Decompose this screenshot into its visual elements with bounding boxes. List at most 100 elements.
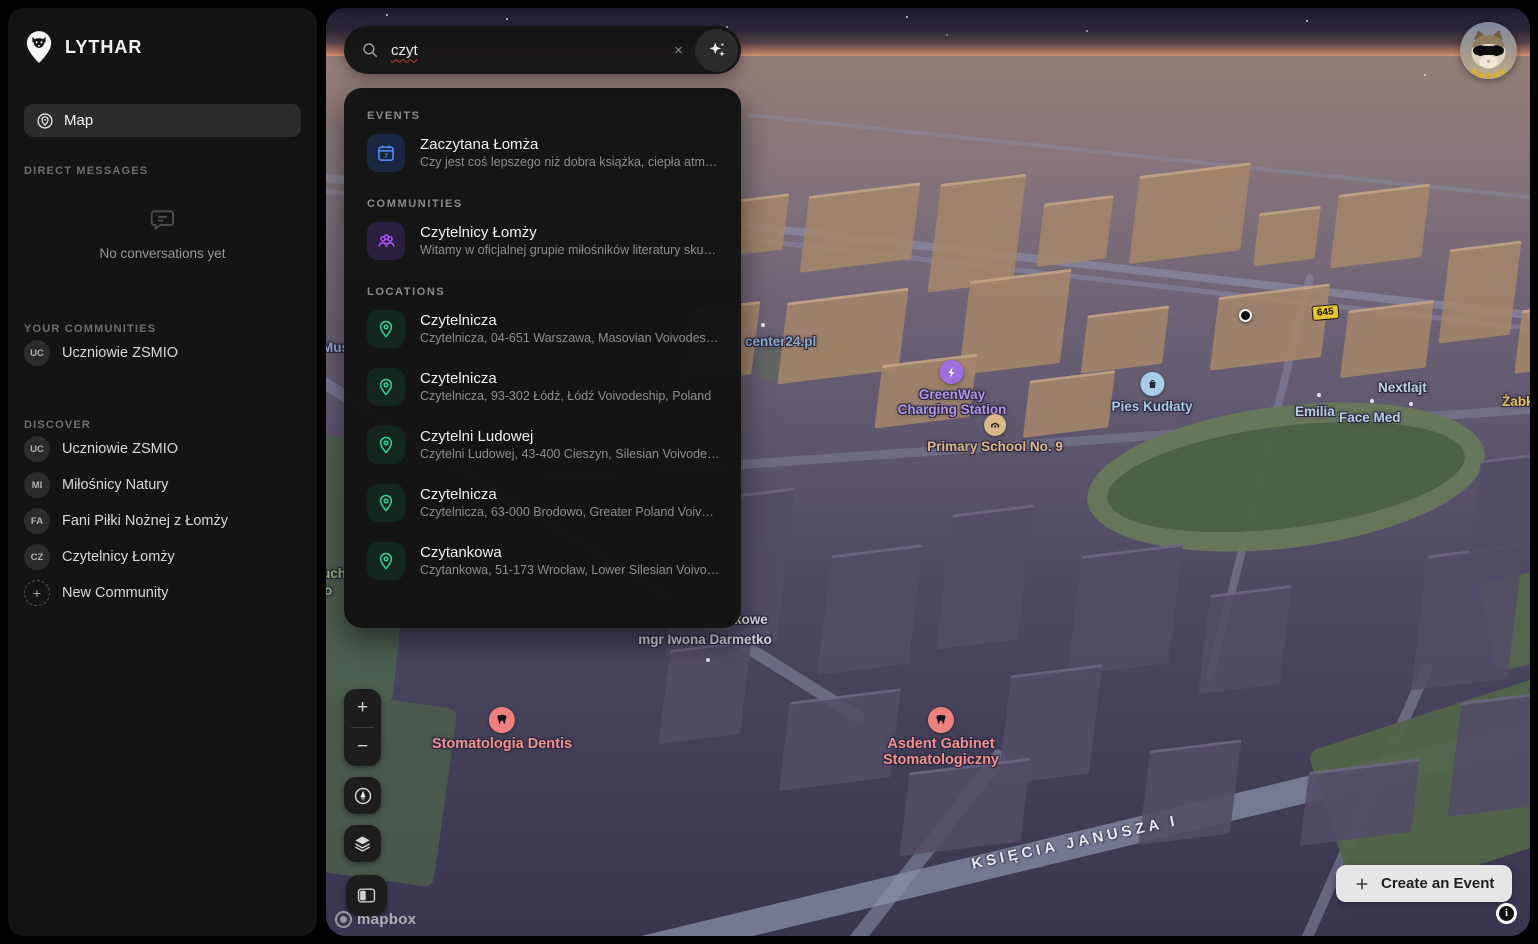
- search-input[interactable]: czyt: [391, 42, 662, 59]
- result-location-2[interactable]: Czytelni Ludowej Czytelni Ludowej, 43-40…: [344, 416, 741, 474]
- result-description: Czytelnicza, 63-000 Brodowo, Greater Pol…: [420, 504, 720, 521]
- panel-left-icon: [357, 887, 376, 904]
- map-building: [1129, 162, 1251, 264]
- map-building: [928, 174, 1027, 293]
- tooth-icon: [489, 707, 515, 733]
- compass-icon: [353, 786, 373, 806]
- discover-item-milosnicy-natury[interactable]: MI Miłośnicy Natury: [8, 467, 317, 503]
- discover-item-uczniowie-zsmio[interactable]: UC Uczniowie ZSMIO: [8, 431, 317, 467]
- search-bar: czyt ×: [344, 26, 741, 74]
- map-building: [1340, 300, 1434, 378]
- sidebar-toggle-button[interactable]: [346, 875, 387, 916]
- map-building: [659, 640, 752, 744]
- result-event-zaczytana-lomza[interactable]: Zaczytana Łomża Czy jest coś lepszego ni…: [344, 124, 741, 182]
- community-name: Uczniowie ZSMIO: [62, 441, 178, 457]
- info-icon: i: [1499, 906, 1514, 921]
- result-title: Czytelnicza: [420, 369, 720, 388]
- sparkles-icon: [707, 40, 727, 60]
- result-title: Czytankowa: [420, 543, 720, 562]
- discover-header: DISCOVER: [24, 419, 317, 431]
- community-avatar: CZ: [24, 544, 50, 570]
- zoom-control: + −: [344, 689, 381, 766]
- poi-greenway-charging-station[interactable]: GreenWay Charging Station: [898, 360, 1007, 417]
- search-clear-button[interactable]: ×: [662, 42, 695, 59]
- map-location-ring-marker[interactable]: [1239, 309, 1252, 322]
- compass-button[interactable]: [344, 777, 381, 814]
- dm-empty-state: No conversations yet: [8, 205, 317, 261]
- result-description: Czytelnicza, 93-302 Łódź, Łódź Voivodesh…: [420, 388, 720, 405]
- map-label-emilia: Emilia: [1295, 404, 1335, 419]
- map-building: [817, 544, 923, 675]
- result-description: Czytelni Ludowej, 43-400 Cieszyn, Silesi…: [420, 446, 720, 463]
- dm-empty-text: No conversations yet: [8, 246, 317, 261]
- layers-button[interactable]: [344, 825, 381, 862]
- community-avatar: FA: [24, 508, 50, 534]
- school-icon: [984, 414, 1006, 436]
- create-event-button[interactable]: Create an Event: [1336, 865, 1512, 902]
- plus-icon: [1354, 876, 1370, 892]
- discover-item-czytelnicy-lomzy[interactable]: CZ Czytelnicy Łomży: [8, 539, 317, 575]
- plus-icon: +: [24, 580, 50, 606]
- ai-sparkles-button[interactable]: [695, 29, 738, 72]
- map-building: [1411, 544, 1524, 691]
- map-building: [800, 182, 921, 272]
- result-description: Czy jest coś lepszego niż dobra książka,…: [420, 154, 720, 171]
- map-building: [1300, 758, 1420, 845]
- map-label-zabka: Żabk: [1502, 394, 1530, 409]
- map-label-o: o: [326, 583, 332, 598]
- mapbox-attribution-text: mapbox: [357, 911, 416, 928]
- map-building: [1210, 283, 1330, 370]
- result-location-4[interactable]: Czytankowa Czytankowa, 51-173 Wrocław, L…: [344, 532, 741, 590]
- poi-asdent-gabinet[interactable]: Asdent Gabinet Stomatologiczny: [883, 707, 999, 768]
- poi-pies-kudlaty[interactable]: Pies Kudłaty: [1111, 372, 1192, 414]
- map-building: [1438, 241, 1521, 344]
- road-shield-645: 645: [1311, 304, 1339, 321]
- community-avatar: MI: [24, 472, 50, 498]
- result-community-czytelnicy-lomzy[interactable]: Czytelnicy Łomży Witamy w oficjalnej gru…: [344, 212, 741, 270]
- map-label-nextlajt: Nextlajt: [1378, 380, 1427, 395]
- mapbox-logo-icon: [335, 911, 352, 928]
- search-results-dropdown: EVENTS Zaczytana Łomża Czy jest coś leps…: [344, 88, 741, 628]
- map-pin-badge-icon: [36, 112, 54, 130]
- result-location-1[interactable]: Czytelnicza Czytelnicza, 93-302 Łódź, Łó…: [344, 358, 741, 416]
- layers-icon: [353, 834, 372, 853]
- result-title: Czytelnicy Łomży: [420, 223, 720, 242]
- community-item-uczniowie-zsmio[interactable]: UC Uczniowie ZSMIO: [8, 335, 317, 371]
- poi-primary-school[interactable]: Primary School No. 9: [927, 414, 1063, 454]
- results-header-locations: LOCATIONS: [367, 286, 741, 298]
- map-building: [1067, 543, 1183, 675]
- result-description: Czytelnicza, 04-651 Warszawa, Masovian V…: [420, 330, 720, 347]
- result-location-0[interactable]: Czytelnicza Czytelnicza, 04-651 Warszawa…: [344, 300, 741, 358]
- zoom-out-button[interactable]: −: [344, 728, 381, 766]
- map-label-center24: center24.pl: [745, 334, 816, 349]
- sidebar: LYTHAR Map DIRECT MESSAGES No conversati…: [8, 8, 317, 936]
- map-label-uch: uch: [326, 566, 346, 581]
- result-location-3[interactable]: Czytelnicza Czytelnicza, 63-000 Brodowo,…: [344, 474, 741, 532]
- community-avatar: UC: [24, 436, 50, 462]
- nav-item-map[interactable]: Map: [24, 104, 301, 137]
- create-event-label: Create an Event: [1381, 875, 1494, 892]
- location-pin-icon: [367, 542, 405, 580]
- cat-avatar-image: [1460, 22, 1517, 79]
- community-name: Czytelnicy Łomży: [62, 549, 175, 565]
- community-name: Miłośnicy Natury: [62, 477, 168, 493]
- user-avatar[interactable]: [1460, 22, 1517, 79]
- shopping-bag-icon: [1140, 372, 1164, 396]
- zoom-in-button[interactable]: +: [344, 689, 381, 727]
- map-info-button[interactable]: i: [1496, 903, 1517, 924]
- location-pin-icon: [367, 310, 405, 348]
- map-building: [1081, 305, 1170, 373]
- result-title: Czytelnicza: [420, 311, 720, 330]
- chat-bubble-icon: [147, 205, 179, 235]
- direct-messages-header: DIRECT MESSAGES: [24, 165, 317, 177]
- result-description: Witamy w oficjalnej grupie miłośników li…: [420, 242, 720, 259]
- tooth-icon: [928, 707, 954, 733]
- your-communities-header: YOUR COMMUNITIES: [24, 323, 317, 335]
- map-panel[interactable]: 645 Mus center24.pl GreenWay Charging St…: [326, 8, 1530, 936]
- poi-stomatologia-dentis[interactable]: Stomatologia Dentis: [432, 707, 572, 752]
- discover-item-fani-pilki[interactable]: FA Fani Piłki Nożnej z Łomży: [8, 503, 317, 539]
- new-community-button[interactable]: + New Community: [8, 575, 317, 611]
- map-label-face-med: Face Med: [1339, 410, 1401, 425]
- calendar-icon: [367, 134, 405, 172]
- map-attribution[interactable]: mapbox: [335, 911, 416, 928]
